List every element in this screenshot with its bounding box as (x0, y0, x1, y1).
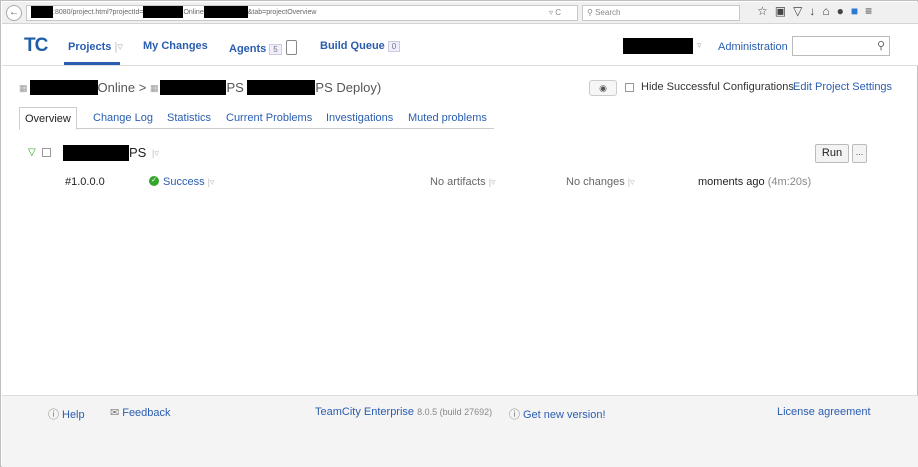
nav-projects-dropdown-icon[interactable]: |▿ (114, 41, 122, 53)
build-config-icon (42, 148, 51, 157)
redacted-subproject-detail (247, 80, 316, 95)
active-nav-indicator (64, 62, 120, 65)
run-button[interactable]: Run (815, 144, 849, 163)
eye-icon[interactable]: ◉ (589, 80, 617, 96)
browser-window: ← :8080/project.html?projectId= Online &ta… (0, 0, 918, 467)
reload-icon[interactable]: ▿ C (549, 6, 561, 20)
teamcity-logo[interactable]: TC (24, 35, 48, 57)
product-version: 8.0.5 (build 27692) (417, 407, 493, 417)
status-chevron-icon[interactable]: |▿ (208, 177, 215, 187)
project-tabs: Overview Change Log Statistics Current P… (19, 107, 494, 130)
help-label: Help (62, 409, 85, 421)
redacted-config-name (63, 145, 129, 161)
nav-build-queue[interactable]: Build Queue 0 (320, 40, 401, 52)
nav-my-changes[interactable]: My Changes (143, 40, 208, 52)
address-bar[interactable]: :8080/project.html?projectId= Online &tab=… (26, 5, 578, 21)
product-name: TeamCity Enterprise (315, 406, 415, 418)
artifacts-chevron-icon[interactable]: |▿ (489, 177, 496, 187)
tab-change-log[interactable]: Change Log (93, 112, 153, 124)
mail-icon: ✉ (110, 407, 120, 419)
browser-toolbar: ← :8080/project.html?projectId= Online &ta… (2, 2, 918, 24)
tab-overview[interactable]: Overview (19, 107, 77, 130)
url-project-suffix: Online (183, 9, 204, 16)
edit-project-settings-link[interactable]: Edit Project Settings (793, 81, 892, 93)
breadcrumb-project-link[interactable]: Online (98, 80, 136, 95)
breadcrumb: ▦ Online > ▦ PS PS Deploy) (19, 80, 381, 95)
administration-link[interactable]: Administration (718, 41, 788, 53)
build-artifacts[interactable]: No artifacts |▿ (430, 176, 496, 188)
url-path: :8080/project.html?projectId= (53, 9, 144, 16)
success-check-icon: ✓ (149, 176, 159, 186)
project-icon: ▦ (19, 83, 28, 93)
product-info: TeamCity Enterprise 8.0.5 (build 27692) (315, 406, 492, 418)
changes-chevron-icon[interactable]: |▿ (628, 177, 635, 187)
browser-search-placeholder: Search (595, 8, 621, 17)
search-icon: ⚲ (587, 8, 593, 17)
nav-projects[interactable]: Projects |▿ (68, 40, 123, 53)
build-config-chevron-icon[interactable]: |▿ (152, 148, 159, 159)
footer: ⓘ Help ✉ Feedback TeamCity Enterprise 8.0.… (2, 395, 918, 467)
build-config-name[interactable]: PS (129, 145, 146, 160)
build-queue-count-badge: 0 (387, 41, 401, 52)
tab-investigations[interactable]: Investigations (326, 112, 393, 124)
menu-icon[interactable]: ≡ (865, 4, 879, 18)
feedback-label: Feedback (122, 407, 171, 419)
search-icon[interactable]: ⚲ (877, 39, 885, 52)
redacted-project-name (29, 80, 98, 95)
collapse-triangle-icon[interactable]: ▽ (28, 147, 36, 158)
build-finished-time: moments ago (698, 176, 765, 188)
build-status[interactable]: Success |▿ (163, 176, 215, 188)
redacted-project-id (143, 6, 184, 19)
agents-count-badge: 5 (269, 44, 282, 55)
redacted-subproject-name (160, 80, 227, 95)
extension-icon[interactable]: ■ (851, 4, 865, 18)
subproject-icon: ▦ (149, 83, 159, 93)
tab-current-problems[interactable]: Current Problems (226, 112, 312, 124)
hide-successful-checkbox[interactable] (625, 83, 634, 92)
hide-successful-label[interactable]: Hide Successful Configurations (641, 81, 794, 93)
build-changes[interactable]: No changes |▿ (566, 176, 635, 188)
clipboard-icon[interactable]: ▣ (775, 4, 793, 18)
user-menu[interactable] (623, 38, 693, 54)
nav-projects-label: Projects (68, 41, 112, 53)
get-new-version-link[interactable]: ⓘ Get new version! (509, 406, 606, 422)
breadcrumb-separator: > (138, 80, 147, 95)
nav-build-queue-label: Build Queue (320, 40, 385, 52)
user-menu-chevron-icon[interactable]: ▿ (697, 40, 702, 51)
info-icon: ⓘ (509, 409, 520, 421)
back-arrow-icon[interactable]: ← (6, 5, 22, 21)
license-agreement-link[interactable]: License agreement (777, 406, 871, 418)
help-icon: ⓘ (48, 409, 59, 421)
build-changes-label: No changes (566, 176, 625, 188)
browser-search-input[interactable]: ⚲ Search (582, 5, 740, 21)
nav-agents[interactable]: Agents 5 (229, 40, 297, 55)
breadcrumb-subproject-mid: PS (226, 80, 244, 95)
nav-agents-label: Agents (229, 43, 267, 55)
header-search-input[interactable]: ⚲ (792, 36, 890, 56)
tab-muted-problems[interactable]: Muted problems (408, 112, 487, 124)
pocket-icon[interactable]: ▽ (793, 4, 809, 18)
breadcrumb-subproject-suffix: PS Deploy) (315, 80, 382, 95)
star-icon[interactable]: ☆ (757, 4, 775, 18)
get-new-version-label: Get new version! (523, 409, 606, 421)
feedback-link[interactable]: ✉ Feedback (110, 406, 171, 419)
download-icon[interactable]: ↓ (809, 4, 822, 18)
build-status-label: Success (163, 176, 205, 188)
chat-icon[interactable]: ● (837, 4, 851, 18)
agents-icon (285, 40, 297, 55)
build-duration: (4m:20s) (767, 176, 812, 188)
browser-icons: ☆▣▽↓⌂●■≡ (757, 4, 879, 18)
redacted-project-name (203, 6, 248, 19)
build-finished: moments ago (4m:20s) (698, 176, 811, 188)
redacted-host (31, 6, 53, 19)
home-icon[interactable]: ⌂ (822, 4, 836, 18)
build-artifacts-label: No artifacts (430, 176, 486, 188)
url-tab-param: &tab=projectOverview (247, 9, 317, 16)
help-link[interactable]: ⓘ Help (48, 406, 85, 422)
build-number[interactable]: #1.0.0.0 (65, 176, 105, 188)
teamcity-header: TC Projects |▿ My Changes Agents 5 Build … (2, 24, 918, 66)
tab-statistics[interactable]: Statistics (167, 112, 211, 124)
run-options-button[interactable]: ... (852, 144, 867, 163)
